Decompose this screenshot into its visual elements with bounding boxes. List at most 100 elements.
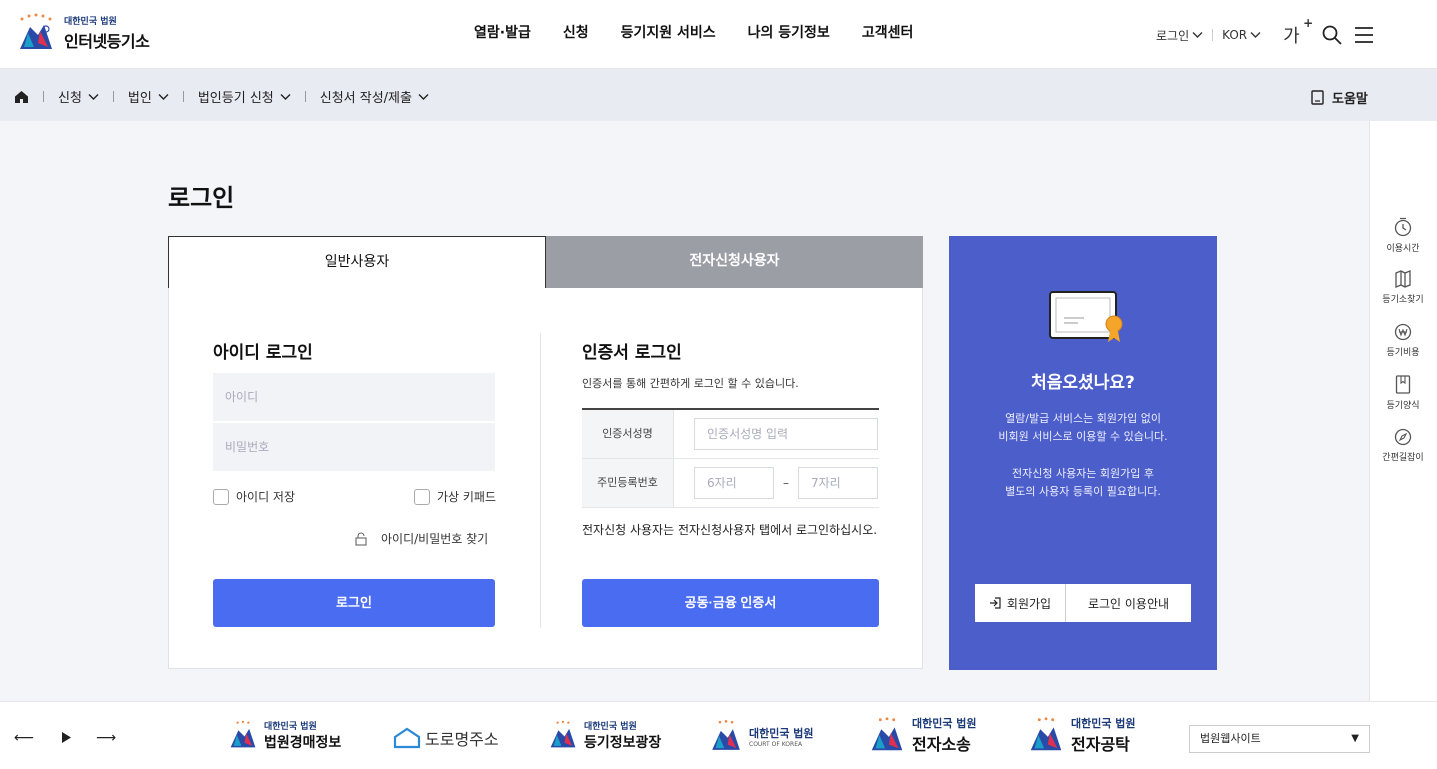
signup-button[interactable]: 회원가입: [975, 584, 1066, 622]
rrn-row: 주민등록번호 6자리 – 7자리: [582, 459, 879, 508]
chevron-down-icon: [280, 93, 291, 100]
font-size-label: 가: [1283, 26, 1300, 47]
breadcrumb-label: 법인등기 신청: [197, 91, 274, 106]
site-logo[interactable]: 대한민국 법원 인터넷등기소: [14, 13, 150, 53]
rrn-back-input[interactable]: 7자리: [798, 467, 878, 499]
save-id-label: 아이디 저장: [236, 490, 296, 504]
breadcrumb-label: 신청서 작성/제출: [319, 91, 412, 106]
menu-icon[interactable]: [1354, 26, 1374, 44]
breadcrumb-label: 신청: [58, 91, 82, 106]
quick-registry-cost[interactable]: 등기비용: [1370, 323, 1436, 358]
banner-e-litigation[interactable]: 대한민국 법원 전자소송: [866, 714, 977, 756]
document-icon: [1395, 375, 1411, 394]
court-emblem-icon: [712, 720, 740, 750]
breadcrumb-corp-registry[interactable]: 법인등기 신청: [198, 87, 291, 106]
lock-icon: [355, 532, 367, 546]
court-websites-select[interactable]: 법원웹사이트 ▼: [1189, 725, 1370, 753]
quick-usage-time[interactable]: 이용시간: [1370, 217, 1436, 254]
signup-promo-panel: 처음오셨나요? 열람/발급 서비스는 회원가입 없이 비회원 서비스로 이용할 …: [949, 236, 1217, 670]
menu-customer-center[interactable]: 고객센터: [862, 22, 914, 42]
divider: [112, 91, 114, 102]
language-dropdown[interactable]: KOR: [1222, 28, 1261, 42]
logo-subtitle: 대한민국 법원: [64, 17, 117, 27]
cert-name-input[interactable]: 인증서성명 입력: [694, 418, 878, 450]
virtual-keypad-checkbox[interactable]: 가상 키패드: [414, 488, 496, 505]
banner-registry-data-plaza[interactable]: 대한민국 법원 등기정보광장: [546, 717, 661, 753]
help-book-icon: [1311, 90, 1324, 105]
prev-arrow-icon[interactable]: ⟵: [14, 730, 34, 746]
chevron-down-icon: [418, 93, 429, 100]
rrn-label: 주민등록번호: [582, 459, 674, 507]
chevron-down-icon: [1250, 32, 1261, 38]
quick-registry-forms[interactable]: 등기양식: [1370, 375, 1436, 411]
clock-icon: [1394, 217, 1412, 237]
quick-label: 등기양식: [1386, 401, 1420, 411]
language-label: KOR: [1222, 28, 1248, 42]
login-dropdown[interactable]: 로그인: [1156, 27, 1203, 44]
id-input[interactable]: [213, 373, 495, 421]
play-icon[interactable]: [61, 731, 72, 744]
font-size-button[interactable]: 가 +: [1283, 16, 1313, 48]
banner-title: 전자소송: [912, 735, 971, 754]
login-guide-label: 로그인 이용안내: [1087, 596, 1170, 611]
breadcrumb-apply[interactable]: 신청: [58, 87, 99, 106]
desc-line: 비회원 서비스로 이용할 수 있습니다.: [998, 430, 1168, 443]
signup-label: 회원가입: [1006, 596, 1052, 611]
find-link-label: 아이디/비밀번호 찾기: [381, 532, 489, 546]
map-icon: [1395, 270, 1411, 288]
desc-line: 별도의 사용자 등록이 필요합니다.: [1005, 485, 1161, 498]
banner-title: 전자공탁: [1071, 735, 1130, 754]
compass-icon: [1394, 428, 1412, 446]
banner-small: 대한민국 법원: [749, 726, 814, 740]
court-emblem-icon: [550, 720, 576, 748]
help-button[interactable]: 도움말: [1311, 88, 1368, 107]
cert-name-row: 인증서성명 인증서성명 입력: [582, 410, 879, 459]
menu-my-registry[interactable]: 나의 등기정보: [748, 22, 830, 42]
password-input[interactable]: [213, 423, 495, 471]
banner-small: 대한민국 법원: [264, 721, 317, 732]
chevron-down-icon: [158, 93, 169, 100]
cert-notice: 전자신청 사용자는 전자신청사용자 탭에서 로그인하십시오.: [582, 523, 878, 537]
cert-login-button[interactable]: 공동·금융 인증서: [582, 579, 879, 627]
quick-find-registry[interactable]: 등기소찾기: [1370, 270, 1436, 305]
desc-line: 열람/발급 서비스는 회원가입 없이: [1005, 412, 1161, 425]
banner-supreme-court[interactable]: 대한민국 법원 COURT OF KOREA: [707, 717, 814, 755]
menu-view-issue[interactable]: 열람·발급: [474, 22, 531, 42]
signup-buttons: 회원가입 로그인 이용안내: [975, 584, 1191, 622]
save-id-checkbox[interactable]: 아이디 저장: [213, 488, 295, 505]
rrn-front-input[interactable]: 6자리: [694, 467, 774, 499]
banner-road-address[interactable]: 도로명주소: [393, 726, 499, 750]
menu-support-service[interactable]: 등기지원 서비스: [621, 22, 716, 42]
won-icon: [1394, 323, 1412, 341]
divider: [304, 91, 306, 102]
login-panel: 아이디 로그인 아이디 저장 가상 키패드 아이디/비밀번호 찾기 로그인 인증…: [168, 288, 923, 669]
menu-apply[interactable]: 신청: [563, 22, 589, 42]
banner-e-deposit[interactable]: 대한민국 법원전자공탁: [1025, 714, 1136, 756]
login-guide-button[interactable]: 로그인 이용안내: [1066, 584, 1191, 622]
cert-name-label: 인증서성명: [582, 410, 674, 458]
cert-login-description: 인증서를 통해 간편하게 로그인 할 수 있습니다.: [582, 377, 799, 390]
breadcrumb-application-form[interactable]: 신청서 작성/제출: [320, 87, 429, 106]
quick-menu: 이용시간 등기소찾기 등기비용 등기양식 간편길잡이: [1369, 121, 1437, 701]
court-emblem-icon: [230, 720, 256, 748]
breadcrumb-bar: 신청 법인 법인등기 신청 신청서 작성/제출 도움말: [0, 69, 1437, 121]
breadcrumb-corporation[interactable]: 법인: [128, 87, 169, 106]
tab-general-user[interactable]: 일반사용자: [168, 236, 546, 288]
quick-guide[interactable]: 간편길잡이: [1370, 428, 1436, 463]
virtual-keypad-label: 가상 키패드: [437, 490, 497, 504]
banner-court-auction[interactable]: 대한민국 법원법원경매정보: [226, 717, 341, 753]
tab-electronic-user[interactable]: 전자신청사용자: [546, 236, 923, 288]
court-emblem-icon: [871, 717, 903, 751]
banner-small: 대한민국 법원: [1071, 717, 1136, 730]
banner-small: 대한민국 법원: [584, 721, 637, 732]
login-button[interactable]: 로그인: [213, 579, 495, 627]
search-icon[interactable]: [1322, 25, 1342, 45]
breadcrumb: 신청 법인 법인등기 신청 신청서 작성/제출: [14, 87, 429, 106]
banner-title: 법원경매정보: [264, 734, 342, 751]
section-divider: [540, 333, 541, 628]
find-id-password-link[interactable]: 아이디/비밀번호 찾기: [355, 530, 488, 547]
next-arrow-icon[interactable]: ⟶: [96, 730, 116, 746]
caret-down-icon: ▼: [1351, 733, 1359, 744]
site-select-value: 법원웹사이트: [1200, 732, 1261, 745]
home-icon[interactable]: [14, 90, 29, 104]
